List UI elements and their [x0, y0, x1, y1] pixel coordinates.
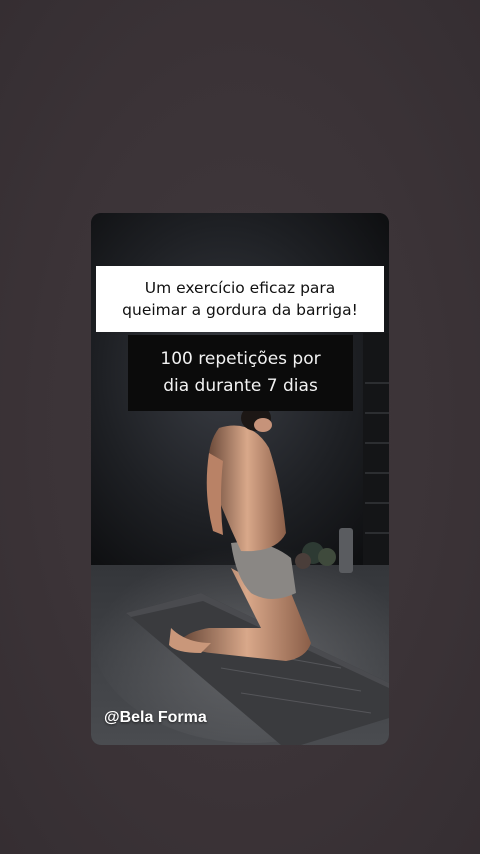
story-screen: Um exercício eficaz para queimar a gordu…	[0, 0, 480, 854]
caption-bottom: 100 repetições por dia durante 7 dias	[128, 335, 353, 411]
caption-top-text: Um exercício eficaz para queimar a gordu…	[122, 279, 358, 319]
account-watermark: @Bela Forma	[104, 709, 207, 726]
caption-top: Um exercício eficaz para queimar a gordu…	[96, 266, 384, 332]
video-frame[interactable]: Um exercício eficaz para queimar a gordu…	[91, 213, 389, 745]
caption-bottom-text: 100 repetições por dia durante 7 dias	[160, 349, 321, 396]
